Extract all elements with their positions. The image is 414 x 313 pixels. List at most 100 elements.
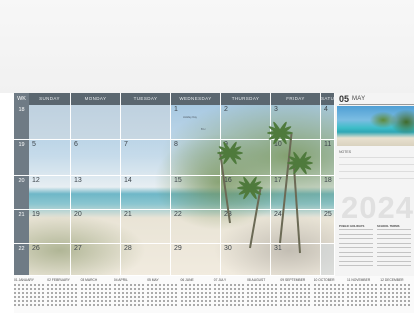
day-cell[interactable] bbox=[321, 244, 335, 276]
mini-month-day-row bbox=[347, 288, 379, 290]
day-cell[interactable]: 15 bbox=[171, 176, 221, 210]
holiday-entry-line bbox=[339, 265, 373, 266]
mini-month-day-row bbox=[180, 292, 213, 294]
day-cell[interactable]: 27 bbox=[71, 244, 121, 276]
mini-month-day-row bbox=[213, 304, 246, 306]
mini-month-day-row bbox=[213, 288, 246, 290]
day-cell[interactable]: 22 bbox=[171, 210, 221, 244]
day-cell[interactable]: 2 bbox=[221, 105, 271, 140]
mini-month-day-row bbox=[147, 292, 180, 294]
page-top-background bbox=[0, 0, 414, 93]
mini-month: 03 MARCH bbox=[80, 278, 113, 308]
mini-month-day-row bbox=[147, 288, 180, 290]
day-cell[interactable]: 25 bbox=[321, 210, 335, 244]
day-number: 17 bbox=[274, 177, 282, 184]
mini-month-day-row bbox=[247, 292, 280, 294]
mini-month-day-row bbox=[113, 300, 146, 302]
day-cell[interactable]: 8 bbox=[171, 140, 221, 176]
day-cell[interactable]: 4 bbox=[321, 105, 335, 140]
mini-month-day-row bbox=[380, 284, 413, 286]
mini-month-day-row bbox=[14, 304, 46, 306]
month-rule bbox=[339, 104, 414, 105]
day-cell[interactable]: 30 bbox=[221, 244, 271, 276]
mini-month: 10 OCTOBER bbox=[313, 278, 346, 308]
mini-month: 02 FEBRUARY bbox=[47, 278, 80, 308]
mini-month-name: 06 JUNE bbox=[180, 278, 194, 282]
day-cell[interactable]: 12 bbox=[29, 176, 71, 210]
day-cell[interactable]: 21 bbox=[121, 210, 171, 244]
mini-month-name: 10 OCTOBER bbox=[313, 278, 335, 282]
weekday-header: TUESDAY bbox=[121, 93, 170, 105]
month-number: 05 bbox=[339, 94, 350, 104]
day-cell[interactable] bbox=[121, 105, 171, 140]
mini-month-day-row bbox=[247, 304, 280, 306]
mini-month-name: 07 JULY bbox=[213, 278, 227, 282]
mini-month-day-row bbox=[313, 284, 346, 286]
day-number: 15 bbox=[174, 177, 182, 184]
mini-month-day-row bbox=[213, 292, 246, 294]
day-cell[interactable] bbox=[71, 105, 121, 140]
day-number: 24 bbox=[274, 211, 282, 218]
mini-month-day-row bbox=[180, 296, 213, 298]
mini-month-day-row bbox=[180, 288, 213, 290]
day-number: 21 bbox=[124, 211, 132, 218]
mini-month-day-row bbox=[14, 284, 46, 286]
mini-month-day-row bbox=[14, 288, 46, 290]
mini-month-day-row bbox=[113, 292, 146, 294]
day-cell[interactable]: 20 bbox=[71, 210, 121, 244]
day-cell[interactable]: 1 bbox=[171, 105, 221, 140]
mini-month-day-row bbox=[47, 284, 80, 286]
mini-month-day-row bbox=[80, 304, 113, 306]
day-cell[interactable]: 18 bbox=[321, 176, 335, 210]
day-cell[interactable] bbox=[29, 105, 71, 140]
mini-month-day-row bbox=[247, 288, 280, 290]
mini-month-day-row bbox=[313, 304, 346, 306]
day-note: Holiday Day bbox=[183, 116, 197, 119]
day-cell[interactable]: 14 bbox=[121, 176, 171, 210]
day-number: 5 bbox=[32, 141, 36, 148]
week-number: 21 bbox=[14, 210, 29, 243]
day-cell[interactable]: 29 bbox=[171, 244, 221, 276]
holiday-entry-line bbox=[377, 238, 411, 239]
mini-month-day-row bbox=[180, 300, 213, 302]
mini-month-day-row bbox=[280, 284, 313, 286]
mini-month-day-row bbox=[213, 284, 246, 286]
day-cell[interactable]: 11 bbox=[321, 140, 335, 176]
holiday-entry-line bbox=[339, 247, 373, 248]
mini-month-day-row bbox=[347, 304, 379, 306]
day-number: 13 bbox=[74, 177, 82, 184]
day-number: 30 bbox=[224, 245, 232, 252]
holiday-entry-line bbox=[377, 260, 411, 262]
mini-month: 08 AUGUST bbox=[247, 278, 280, 308]
holiday-entry-line bbox=[377, 265, 411, 266]
weekday-header: SUNDAY bbox=[29, 93, 70, 105]
mini-month-name: 08 AUGUST bbox=[247, 278, 266, 282]
day-number: 26 bbox=[32, 245, 40, 252]
day-cell[interactable]: 7 bbox=[121, 140, 171, 176]
mini-month: 06 JUNE bbox=[180, 278, 213, 308]
day-cell[interactable]: 19 bbox=[29, 210, 71, 244]
day-cell[interactable]: 31 bbox=[271, 244, 321, 276]
mini-month-day-row bbox=[80, 292, 113, 294]
mini-month-day-row bbox=[247, 284, 280, 286]
mini-month-name: 05 MAY bbox=[147, 278, 159, 282]
day-cell[interactable]: 26 bbox=[29, 244, 71, 276]
side-panel: 05 MAY NOTES 2024 PUBLIC HOLIDAYS SCHOOL… bbox=[335, 93, 414, 276]
day-cell[interactable]: 5 bbox=[29, 140, 71, 176]
holiday-entry-line bbox=[339, 233, 373, 235]
mini-month-day-row bbox=[347, 284, 379, 286]
mini-month-day-row bbox=[113, 296, 146, 298]
mini-month-day-row bbox=[280, 292, 313, 294]
day-cell[interactable]: 28 bbox=[121, 244, 171, 276]
day-cell[interactable]: 6 bbox=[71, 140, 121, 176]
mini-month-day-row bbox=[380, 296, 413, 298]
week-number: 19 bbox=[14, 140, 29, 175]
week-number: 18 bbox=[14, 105, 29, 139]
weekday-header: THURSDAY bbox=[221, 93, 270, 105]
mini-month-day-row bbox=[347, 292, 379, 294]
day-note: B.H bbox=[201, 128, 206, 131]
mini-month-day-row bbox=[147, 284, 180, 286]
holiday-entry-line bbox=[339, 256, 373, 257]
day-number: 19 bbox=[32, 211, 40, 218]
day-cell[interactable]: 13 bbox=[71, 176, 121, 210]
